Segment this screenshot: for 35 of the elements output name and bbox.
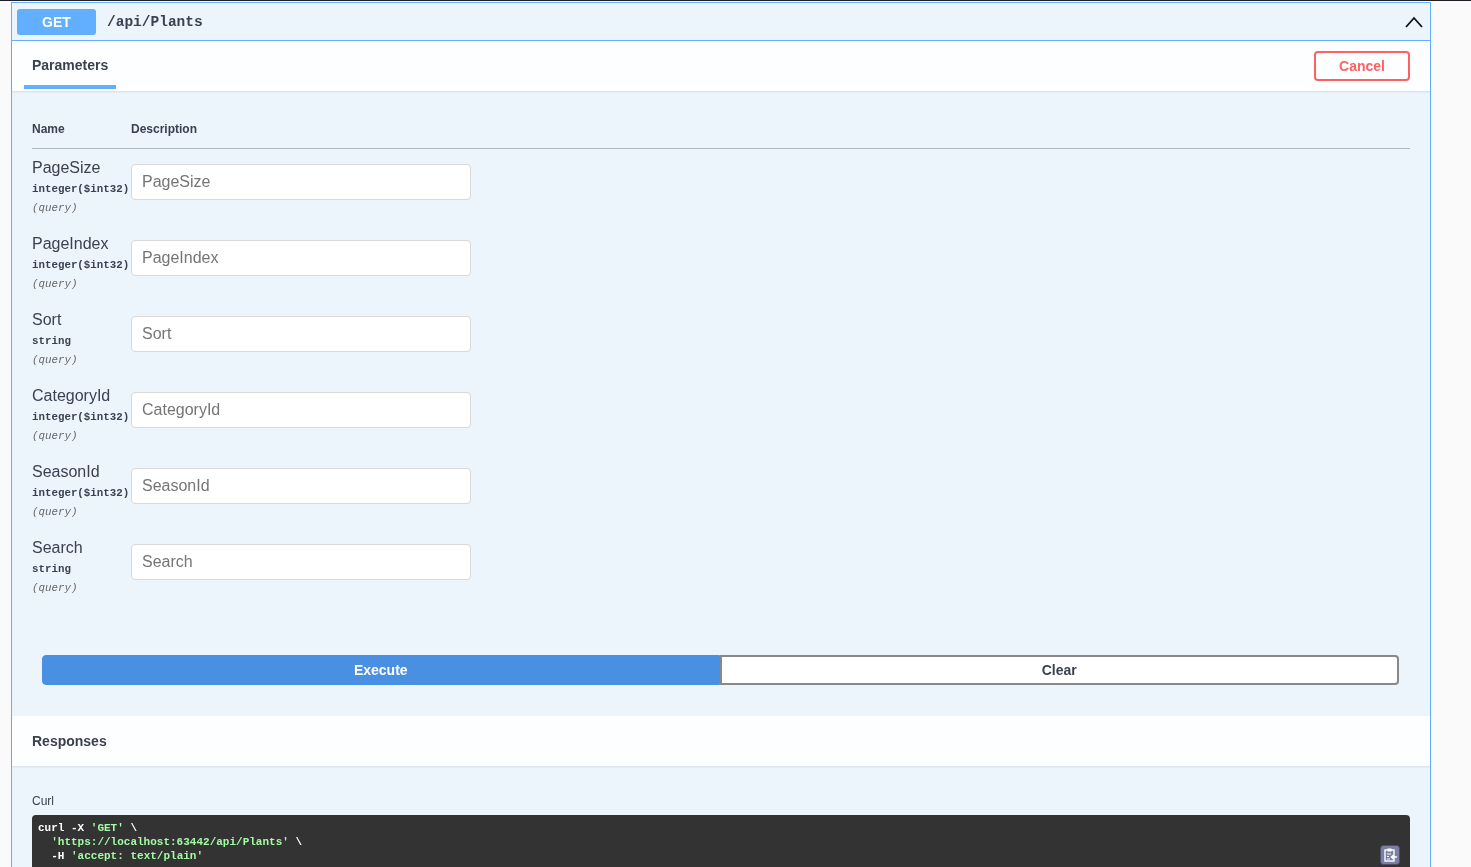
input-field[interactable]: CategoryId: [131, 392, 471, 428]
parameter-name: SeasonId: [32, 463, 101, 481]
curl-command: curl -X 'GET' \ 'https://localhost:63442/api/Plants' \ -H 'accept: text/plain': [37, 821, 304, 864]
parameter-name: PageSize: [32, 159, 102, 177]
parameter-type: integer($int32): [32, 410, 131, 425]
parameter-location: (query): [32, 277, 79, 292]
parameter-type: string: [32, 562, 72, 577]
input-field[interactable]: Sort: [131, 316, 471, 352]
parameter-location: (query): [32, 201, 79, 216]
column-header: Name: [32, 121, 66, 137]
code-label: Curl: [32, 794, 55, 809]
method-badge: GET: [17, 8, 96, 35]
parameter-location: (query): [32, 581, 79, 596]
input-field[interactable]: SeasonId: [131, 468, 471, 504]
tab[interactable]: Parameters: [24, 41, 117, 89]
parameter-type: integer($int32): [32, 182, 131, 197]
parameter-location: (query): [32, 505, 79, 520]
parameter-name: PageIndex: [32, 235, 110, 253]
parameter-type: integer($int32): [32, 258, 131, 273]
action-button[interactable]: Clear: [719, 655, 1399, 685]
parameter-name: CategoryId: [32, 387, 112, 405]
parameter-type: integer($int32): [32, 486, 131, 501]
section-title: Responses: [32, 733, 107, 749]
parameter-location: (query): [32, 429, 79, 444]
chevron-icon[interactable]: [1405, 15, 1423, 28]
endpoint-path: /api/Plants: [107, 13, 203, 30]
parameter-name: Sort: [32, 311, 63, 329]
parameter-type: string: [32, 334, 72, 349]
input-field[interactable]: Search: [131, 544, 471, 580]
parameter-name: Search: [32, 539, 84, 557]
column-header: Description: [131, 121, 197, 137]
input-field[interactable]: PageSize: [131, 164, 471, 200]
input-field[interactable]: PageIndex: [131, 240, 471, 276]
parameter-location: (query): [32, 353, 79, 368]
clipboard-icon[interactable]: [1380, 845, 1400, 865]
